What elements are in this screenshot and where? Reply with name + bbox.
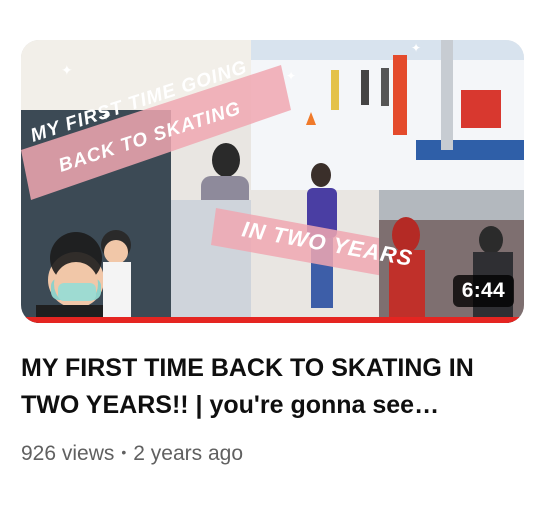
video-title[interactable]: MY FIRST TIME BACK TO SKATING IN TWO YEA… (21, 350, 526, 424)
svg-text:✦: ✦ (61, 62, 73, 78)
svg-text:✦: ✦ (411, 41, 421, 55)
video-metadata: 926 views • 2 years ago (21, 442, 243, 466)
duration-badge: 6:44 (452, 275, 514, 307)
watch-progress-bar (21, 317, 524, 323)
view-count: 926 views (21, 442, 115, 465)
upload-age: 2 years ago (133, 442, 244, 465)
meta-separator: • (121, 444, 127, 460)
video-thumbnail[interactable]: ✦ ✦ ✦ ✦ MY FIRST TIME GOING BACK TO SKAT… (21, 40, 524, 323)
svg-text:✦: ✦ (286, 69, 296, 83)
thumbnail-image: ✦ ✦ ✦ ✦ MY FIRST TIME GOING BACK TO SKAT… (21, 40, 524, 323)
video-card[interactable]: ✦ ✦ ✦ ✦ MY FIRST TIME GOING BACK TO SKAT… (0, 0, 554, 516)
watch-progress-fill (21, 317, 524, 323)
